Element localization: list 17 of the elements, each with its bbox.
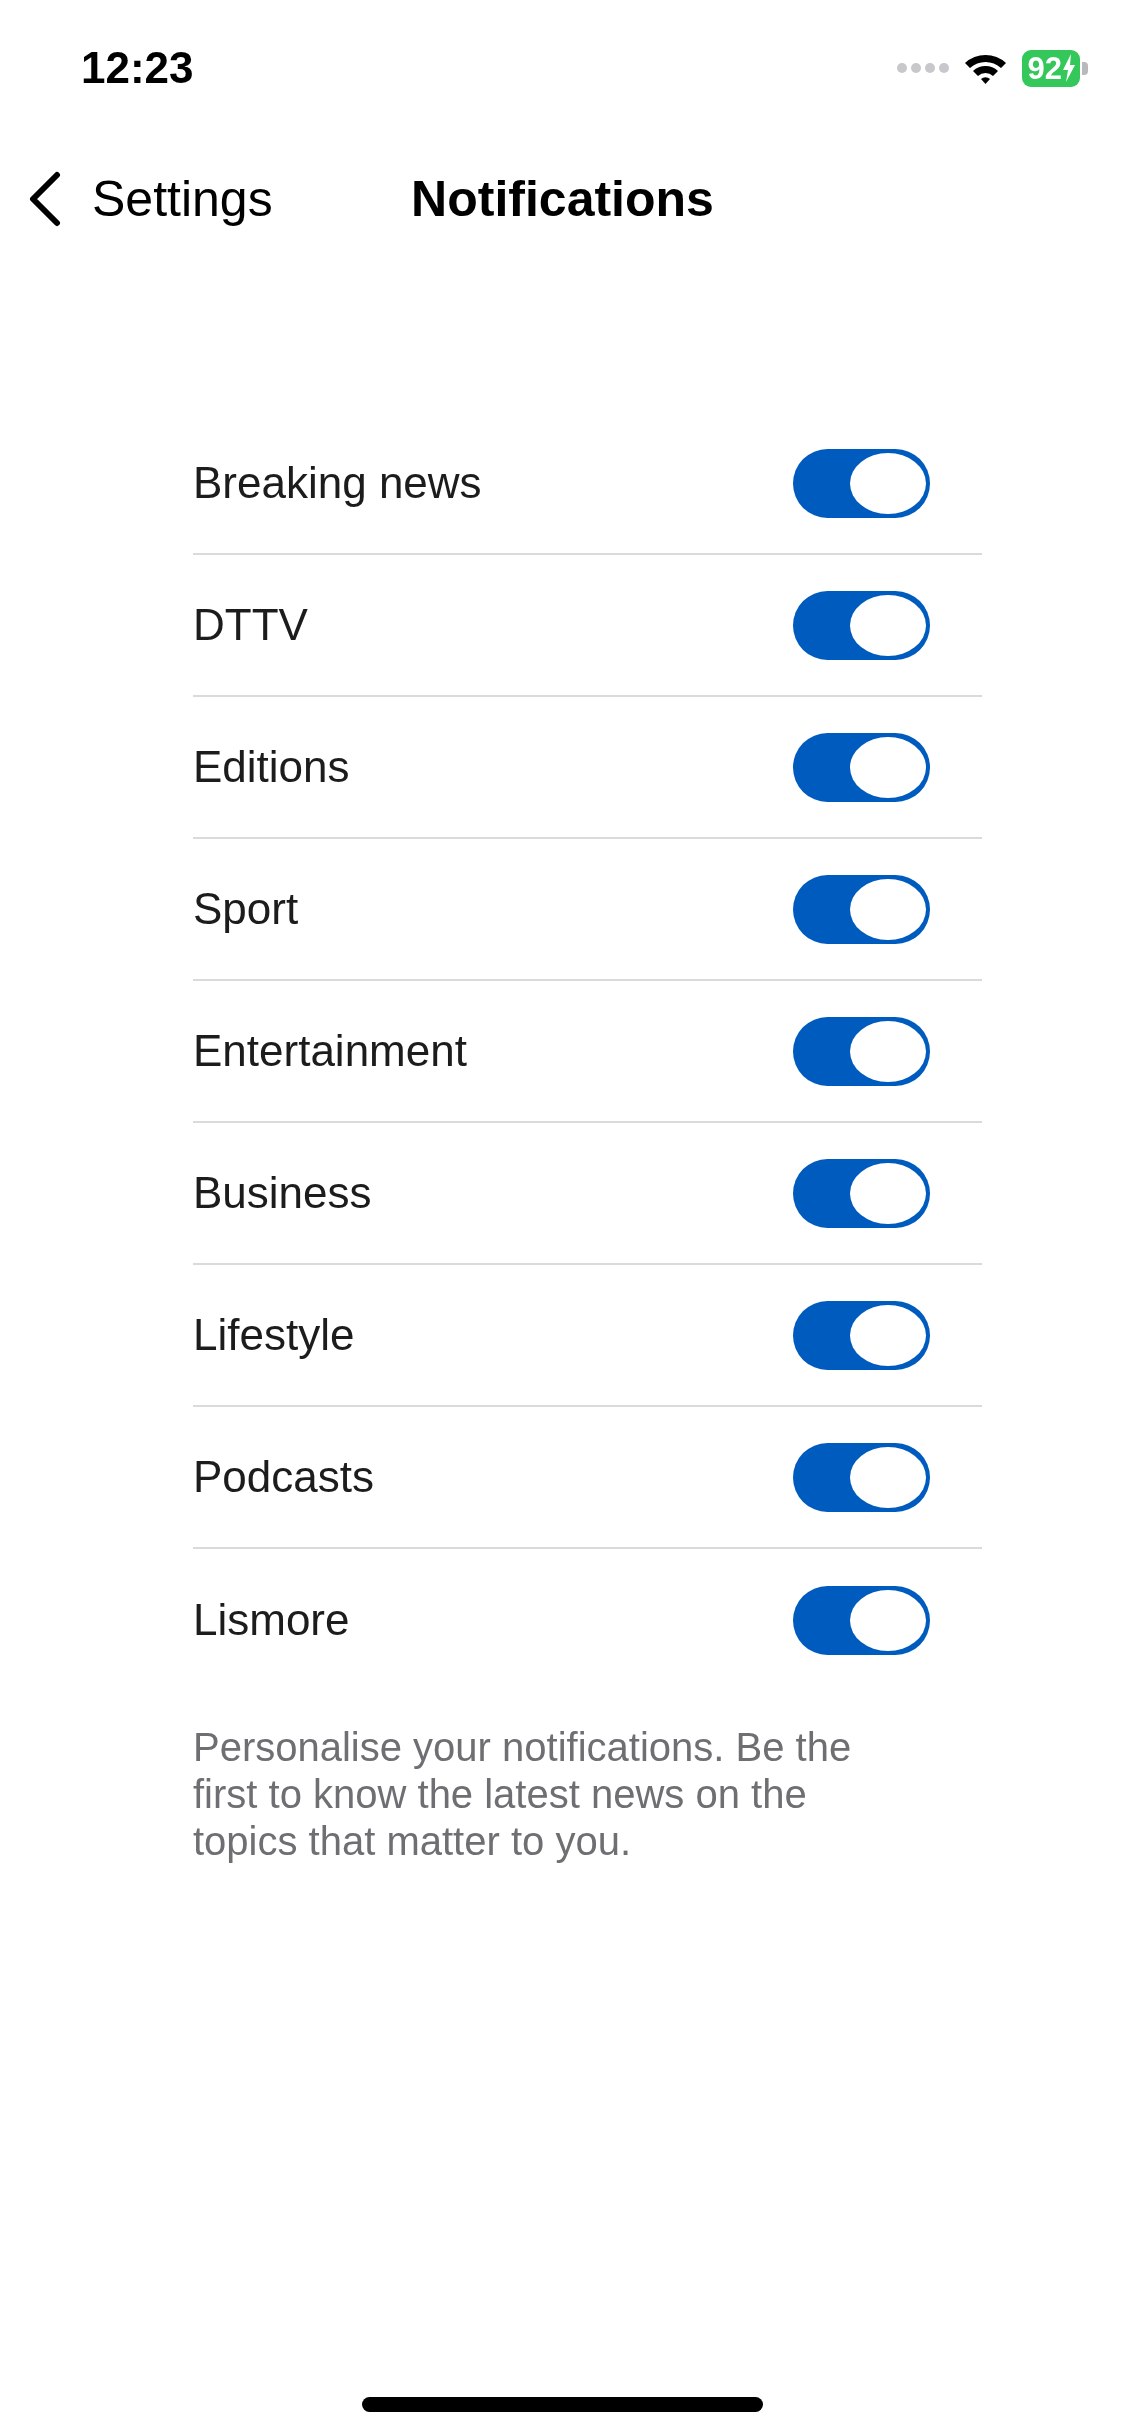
setting-label: DTTV (193, 598, 308, 651)
setting-label: Breaking news (193, 456, 482, 509)
setting-label: Entertainment (193, 1024, 467, 1077)
signal-dots-icon (896, 63, 949, 73)
status-time: 12:23 (81, 46, 194, 90)
footer-note: Personalise your notifications. Be the first to know the latest news on the topics that matter to you. (193, 1724, 853, 1865)
screen-title: Notifications (411, 170, 714, 229)
setting-label: Business (193, 1166, 372, 1219)
battery-percentage: 92 (1027, 52, 1062, 84)
battery-terminal (1082, 61, 1088, 75)
setting-label: Editions (193, 740, 350, 793)
setting-label: Lismore (193, 1593, 350, 1646)
setting-label: Sport (193, 882, 299, 935)
back-button[interactable]: Settings (0, 169, 273, 229)
setting-label: Lifestyle (193, 1308, 355, 1361)
chevron-left-icon (28, 171, 62, 227)
setting-label: Podcasts (193, 1450, 374, 1503)
